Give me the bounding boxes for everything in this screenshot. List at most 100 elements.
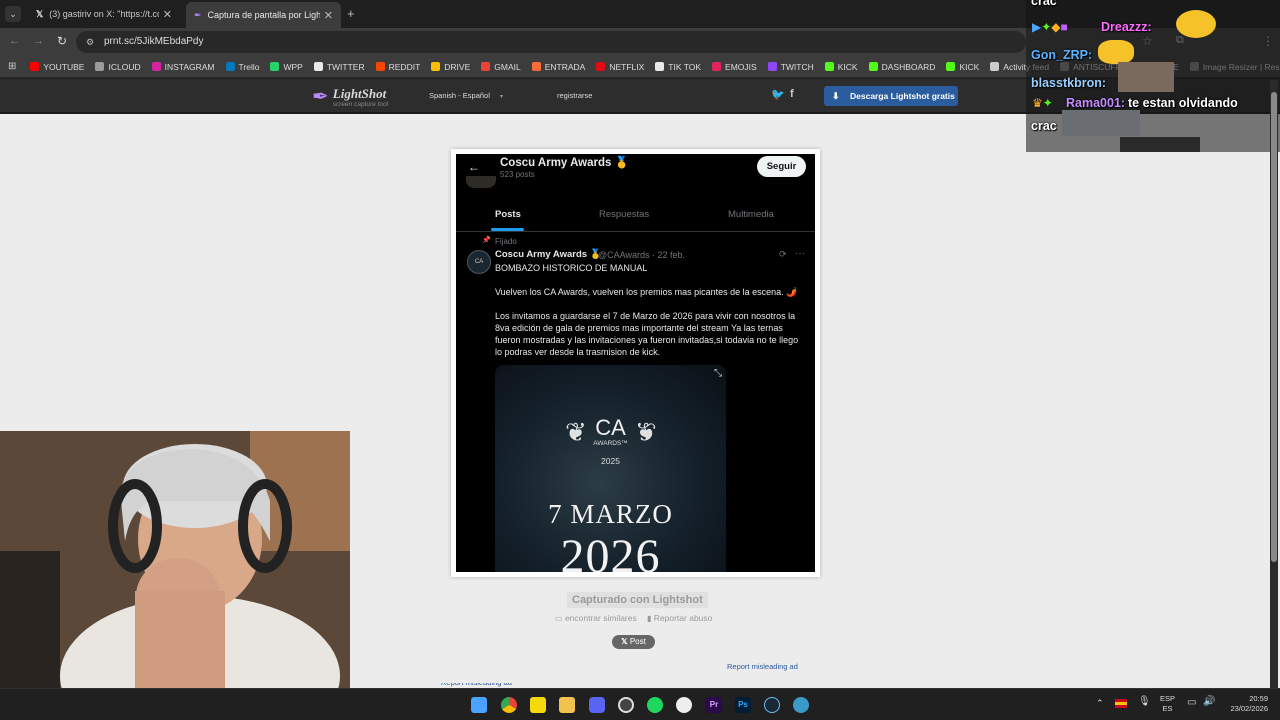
bookmark-icon xyxy=(712,62,722,71)
bookmark-label: EMOJIS xyxy=(725,61,757,72)
bookmark-icon xyxy=(531,62,541,71)
photoshop-icon[interactable]: Ps xyxy=(735,697,751,713)
logo-text: LightShot xyxy=(332,85,387,101)
mic-icon[interactable]: 🎙 xyxy=(1138,696,1151,707)
bookmark-item[interactable]: REDDIT xyxy=(375,61,421,72)
bookmark-item[interactable]: TIK TOK xyxy=(655,62,701,72)
back-icon[interactable]: ← xyxy=(9,35,20,47)
tab-replies: Respuestas xyxy=(599,209,650,220)
twitter-icon[interactable]: 🐦 xyxy=(771,88,785,101)
bookmark-icon xyxy=(151,62,161,71)
windows-start-icon[interactable] xyxy=(471,697,487,713)
bookmark-item[interactable]: TWITCH xyxy=(767,61,814,72)
language-indicator[interactable]: ESP ES xyxy=(1160,694,1175,714)
lightshot-logo[interactable]: ✒ LightShot screen capture tool xyxy=(312,84,388,109)
divider xyxy=(456,231,815,232)
bookmark-icon xyxy=(824,62,834,71)
discord-icon[interactable] xyxy=(589,697,605,713)
url-input[interactable]: ⚙ prnt.sc/5JikMEbdaPdy xyxy=(76,31,1026,53)
poster-year: 2025 xyxy=(601,456,620,466)
obs-icon[interactable] xyxy=(618,697,634,713)
report-ad-link[interactable]: Report misleading ad xyxy=(727,662,798,671)
scrollbar-thumb[interactable] xyxy=(1271,92,1277,562)
webcam-overlay: NCB xyxy=(0,431,350,720)
file-explorer-icon[interactable] xyxy=(559,697,575,713)
bookmark-item[interactable]: ICLOUD xyxy=(95,62,141,72)
github-icon[interactable] xyxy=(676,697,692,713)
bookmark-icon xyxy=(95,62,105,71)
chat-badges-icon: ♛✦ xyxy=(1032,96,1053,110)
bookmark-label: INSTAGRAM xyxy=(164,61,215,72)
bookmark-icon xyxy=(431,62,441,71)
facebook-icon[interactable]: f xyxy=(790,88,794,100)
download-icon: ⬇ xyxy=(832,91,840,101)
language-select[interactable]: Spanish - Español ▾ xyxy=(429,91,503,100)
streamer-figure: NCB xyxy=(0,431,350,720)
bookmark-item[interactable]: GMAIL xyxy=(481,62,521,72)
download-button[interactable]: ⬇ Descarga Lightshot gratis xyxy=(824,86,958,106)
logo-tagline: screen capture tool xyxy=(332,100,389,108)
image-icon: ▭ xyxy=(555,614,563,623)
x-logo-icon: 𝕏 xyxy=(36,8,44,19)
bookmark-item[interactable]: ENTRADA xyxy=(531,62,585,72)
bookmark-item[interactable]: KICK xyxy=(824,62,858,72)
bookmark-icon xyxy=(270,62,280,71)
tab-lightshot[interactable]: ✒ Captura de pantalla por Lightsh ✕ xyxy=(186,2,341,28)
forward-icon[interactable]: → xyxy=(33,35,44,47)
clock[interactable]: 20:59 23/02/2026 xyxy=(1222,694,1268,714)
bookmark-item[interactable]: KICK xyxy=(946,62,979,72)
chrome-icon[interactable] xyxy=(501,697,517,713)
sticky-notes-icon[interactable] xyxy=(530,697,546,713)
volume-icon[interactable]: 🔊 xyxy=(1203,696,1215,707)
bookmark-label: REDDIT xyxy=(388,61,421,72)
poster-sub: AWARDS™ xyxy=(593,440,628,447)
bookmark-icon xyxy=(946,62,956,71)
bookmark-item[interactable]: DASHBOARD xyxy=(868,61,936,72)
premiere-icon[interactable]: Pr xyxy=(706,697,722,713)
bookmark-label: Trello xyxy=(238,61,260,72)
steam-icon[interactable] xyxy=(764,697,780,713)
register-link[interactable]: registrarse xyxy=(557,91,592,100)
bookmark-label: KICK xyxy=(959,61,980,72)
avatar-strip xyxy=(466,176,496,188)
bookmark-icon xyxy=(481,62,491,71)
reload-icon[interactable]: ↻ xyxy=(57,34,67,48)
bookmark-label: TWITCH xyxy=(780,61,814,72)
bookmark-item[interactable]: NETFLIX xyxy=(596,62,644,72)
close-tab-icon[interactable]: ✕ xyxy=(163,8,172,21)
flag-icon xyxy=(1115,699,1127,708)
site-info-icon[interactable]: ⚙ xyxy=(86,31,94,53)
x-post-button[interactable]: 𝕏 Post xyxy=(612,635,655,649)
date: 23/02/2026 xyxy=(1230,704,1268,713)
bookmark-item[interactable]: Trello xyxy=(225,61,260,72)
tab-search-button[interactable]: ⌄ xyxy=(5,6,21,22)
bookmark-item[interactable]: TWITTER xyxy=(313,62,365,72)
edge-icon[interactable] xyxy=(793,697,809,713)
chat-user: blasstkbron: xyxy=(1031,76,1107,90)
tab-title: Captura de pantalla por Lightsh xyxy=(207,10,320,20)
poster-image: ⤡ ❦ ❦ CA AWARDS™ 2025 7 MARZO 2026 xyxy=(495,365,726,572)
network-icon[interactable]: ▭ xyxy=(1187,697,1196,708)
chat-badges-icon: ▶✦◆■ xyxy=(1032,20,1068,34)
spotify-icon[interactable] xyxy=(647,697,663,713)
apps-grid-icon[interactable]: ⊞ xyxy=(8,61,16,72)
bookmark-item[interactable]: INSTAGRAM xyxy=(151,61,215,72)
bookmark-label: WPP xyxy=(283,61,303,72)
x-logo-icon: 𝕏 xyxy=(621,637,628,646)
report-abuse-link[interactable]: ▮ Reportar abuso xyxy=(647,613,712,623)
find-similar-link[interactable]: ▭ encontrar similares xyxy=(555,613,637,623)
scrollbar[interactable] xyxy=(1270,80,1278,688)
close-tab-icon[interactable]: ✕ xyxy=(324,9,333,22)
time: 20:59 xyxy=(1249,694,1268,703)
emote-laugh-icon xyxy=(1176,10,1216,38)
bookmark-item[interactable]: WPP xyxy=(270,61,303,72)
bookmark-label: DASHBOARD xyxy=(881,61,936,72)
bookmark-item[interactable]: YOUTUBE xyxy=(30,62,84,72)
bookmark-item[interactable]: DRIVE xyxy=(431,62,470,72)
new-tab-button[interactable]: + xyxy=(347,6,355,21)
chat-user: Rama001: xyxy=(1066,96,1126,110)
tab-twitter[interactable]: 𝕏 (3) gastiriv on X: "https://t.co/1l ✕ xyxy=(28,4,180,24)
bookmark-item[interactable]: EMOJIS xyxy=(712,62,757,72)
profile-name: Coscu Army Awards 🥇 xyxy=(500,157,629,169)
tray-chevron-icon[interactable]: ⌃ xyxy=(1096,698,1104,709)
